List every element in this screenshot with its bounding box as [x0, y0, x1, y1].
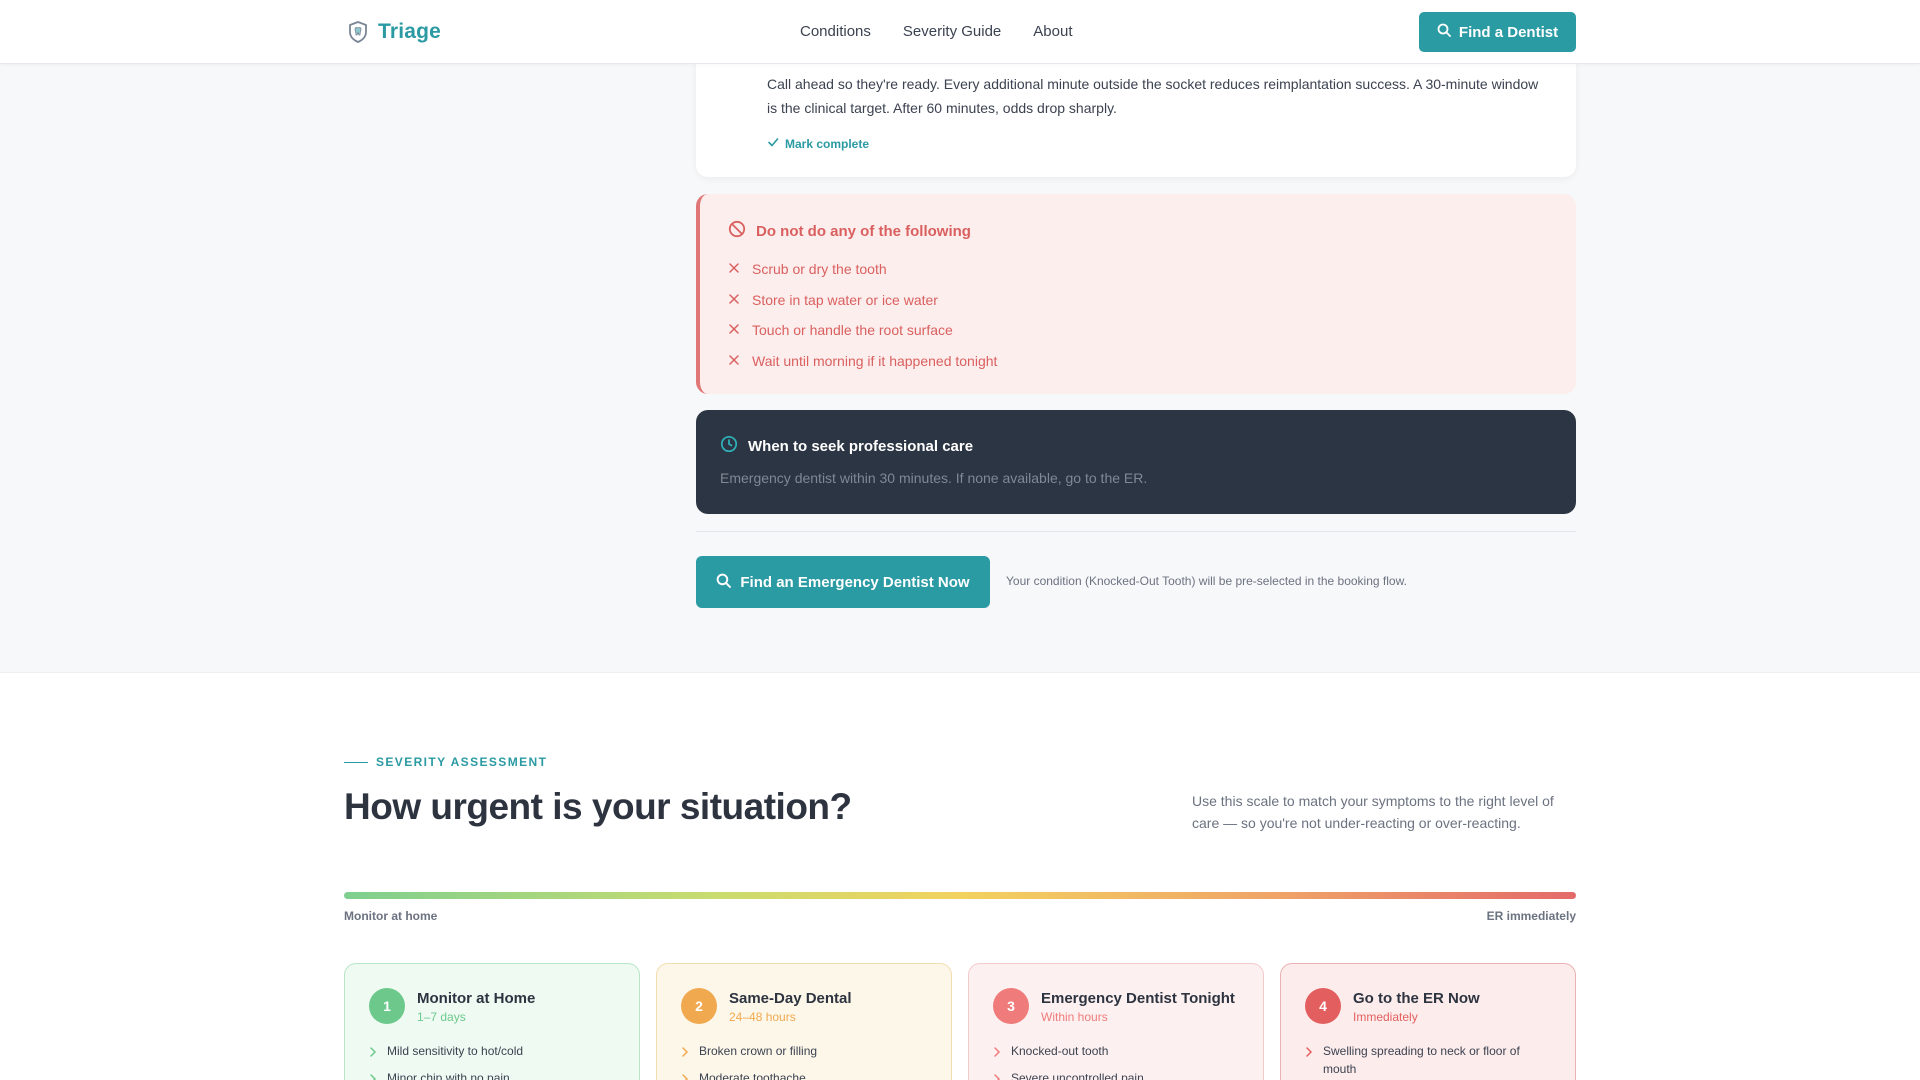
tier-number-badge: 2	[681, 988, 717, 1024]
list-item: Swelling spreading to neck or floor of m…	[1305, 1042, 1555, 1078]
warning-item-text: Touch or handle the root surface	[752, 322, 953, 339]
symptom-text: Broken crown or filling	[699, 1044, 818, 1058]
severity-tiers: 1 Monitor at Home 1–7 days Mild sensitiv…	[344, 963, 1576, 1080]
mark-complete-button[interactable]: Mark complete	[767, 136, 869, 151]
tier-card-same-day-dental[interactable]: 2 Same-Day Dental 24–48 hours Broken cro…	[656, 963, 952, 1080]
warning-title: Do not do any of the following	[756, 222, 971, 240]
list-item: Knocked-out tooth	[993, 1042, 1243, 1062]
list-item: Minor chip with no pain	[369, 1069, 619, 1080]
search-icon	[716, 573, 732, 592]
warning-item: Wait until morning if it happened tonigh…	[728, 346, 997, 377]
symptom-text: Minor chip with no pain	[387, 1071, 510, 1080]
section-eyebrow: SEVERITY ASSESSMENT	[344, 755, 547, 769]
symptom-text: Mild sensitivity to hot/cold	[387, 1044, 524, 1058]
symptom-text: Swelling spreading to neck or floor of m…	[1323, 1044, 1520, 1076]
chevron-right-icon	[369, 1071, 377, 1080]
warning-item: Scrub or dry the tooth	[728, 254, 997, 285]
emergency-button-label: Find an Emergency Dentist Now	[740, 573, 970, 591]
tier-name: Go to the ER Now	[1353, 990, 1480, 1007]
warning-list: Scrub or dry the tooth Store in tap wate…	[728, 254, 997, 376]
care-title: When to seek professional care	[748, 437, 974, 455]
warning-item-text: Scrub or dry the tooth	[752, 261, 887, 278]
tier-name: Emergency Dentist Tonight	[1041, 990, 1235, 1007]
chevron-right-icon	[1305, 1044, 1313, 1062]
nav-link-severity-guide[interactable]: Severity Guide	[903, 23, 1001, 40]
preselect-note: Your condition (Knocked-Out Tooth) will …	[1006, 574, 1407, 588]
x-icon	[728, 292, 740, 308]
section-intro: Use this scale to match your symptoms to…	[1192, 793, 1554, 831]
list-item: Broken crown or filling	[681, 1042, 931, 1062]
severity-gradient-bar	[344, 892, 1576, 899]
nav-link-conditions[interactable]: Conditions	[800, 23, 871, 40]
brand-name: Triage	[378, 20, 442, 43]
chevron-right-icon	[681, 1071, 689, 1080]
professional-care-card: When to seek professional care Emergency…	[696, 410, 1576, 514]
main-nav: Conditions Severity Guide About	[800, 23, 1072, 40]
list-item: Mild sensitivity to hot/cold	[369, 1042, 619, 1062]
shield-tooth-icon	[348, 21, 368, 43]
x-icon	[728, 322, 740, 338]
top-nav-bar: Triage Conditions Severity Guide About F…	[0, 0, 1920, 64]
brand-logo[interactable]: Triage	[348, 20, 441, 44]
warning-item-text: Wait until morning if it happened tonigh…	[752, 352, 998, 369]
chevron-right-icon	[993, 1071, 1001, 1080]
care-description: Emergency dentist within 30 minutes. If …	[720, 470, 1148, 486]
tier-symptom-list: Broken crown or filling Moderate toothac…	[681, 1042, 931, 1080]
tier-number-badge: 1	[369, 988, 405, 1024]
tier-timeframe: Within hours	[1041, 1010, 1108, 1024]
chevron-right-icon	[993, 1044, 1001, 1062]
tier-name: Monitor at Home	[417, 990, 536, 1007]
chevron-right-icon	[681, 1044, 689, 1062]
tier-number-badge: 3	[993, 988, 1029, 1024]
check-icon	[767, 136, 779, 151]
nav-link-about[interactable]: About	[1033, 23, 1072, 40]
step-description: Call ahead so they're ready. Every addit…	[767, 76, 1539, 116]
severity-assessment-section: SEVERITY ASSESSMENT How urgent is your s…	[0, 672, 1920, 1080]
clock-icon	[720, 435, 738, 457]
tier-symptom-list: Knocked-out tooth Severe uncontrolled pa…	[993, 1042, 1243, 1080]
x-icon	[728, 353, 740, 369]
find-emergency-dentist-button[interactable]: Find an Emergency Dentist Now	[696, 556, 990, 608]
tier-name: Same-Day Dental	[729, 990, 852, 1007]
search-icon	[1437, 23, 1451, 41]
warning-item: Touch or handle the root surface	[728, 315, 997, 346]
tier-number-badge: 4	[1305, 988, 1341, 1024]
warning-heading: Do not do any of the following	[728, 220, 971, 242]
scale-label-high: ER immediately	[1486, 909, 1576, 923]
section-headline: How urgent is your situation?	[344, 786, 852, 827]
eyebrow-line	[344, 761, 368, 763]
tier-timeframe: 1–7 days	[417, 1010, 466, 1024]
scale-label-low: Monitor at home	[344, 909, 438, 923]
symptom-text: Knocked-out tooth	[1011, 1044, 1109, 1058]
care-heading: When to seek professional care	[720, 435, 973, 457]
section-divider	[696, 531, 1576, 532]
chevron-right-icon	[369, 1044, 377, 1062]
find-dentist-button[interactable]: Find a Dentist	[1419, 12, 1576, 52]
ban-icon	[728, 220, 746, 242]
tier-card-go-to-er-now[interactable]: 4 Go to the ER Now Immediately Swelling …	[1280, 963, 1576, 1080]
tier-card-emergency-dentist-tonight[interactable]: 3 Emergency Dentist Tonight Within hours…	[968, 963, 1264, 1080]
tier-card-monitor-at-home[interactable]: 1 Monitor at Home 1–7 days Mild sensitiv…	[344, 963, 640, 1080]
eyebrow-label: SEVERITY ASSESSMENT	[376, 755, 548, 769]
tier-symptom-list: Mild sensitivity to hot/cold Minor chip …	[369, 1042, 619, 1080]
list-item: Severe uncontrolled pain	[993, 1069, 1243, 1080]
tier-symptom-list: Swelling spreading to neck or floor of m…	[1305, 1042, 1555, 1080]
find-dentist-label: Find a Dentist	[1458, 23, 1559, 41]
tier-timeframe: Immediately	[1353, 1010, 1418, 1024]
mark-complete-label: Mark complete	[785, 136, 870, 151]
symptom-text: Moderate toothache	[699, 1071, 806, 1080]
step-card: Call ahead so they're ready. Every addit…	[696, 50, 1576, 177]
x-icon	[728, 261, 740, 277]
warning-item-text: Store in tap water or ice water	[752, 291, 938, 308]
tier-timeframe: 24–48 hours	[729, 1010, 796, 1024]
do-not-warning-card: Do not do any of the following Scrub or …	[696, 194, 1576, 394]
warning-item: Store in tap water or ice water	[728, 285, 997, 316]
list-item: Moderate toothache	[681, 1069, 931, 1080]
symptom-text: Severe uncontrolled pain	[1011, 1071, 1144, 1080]
